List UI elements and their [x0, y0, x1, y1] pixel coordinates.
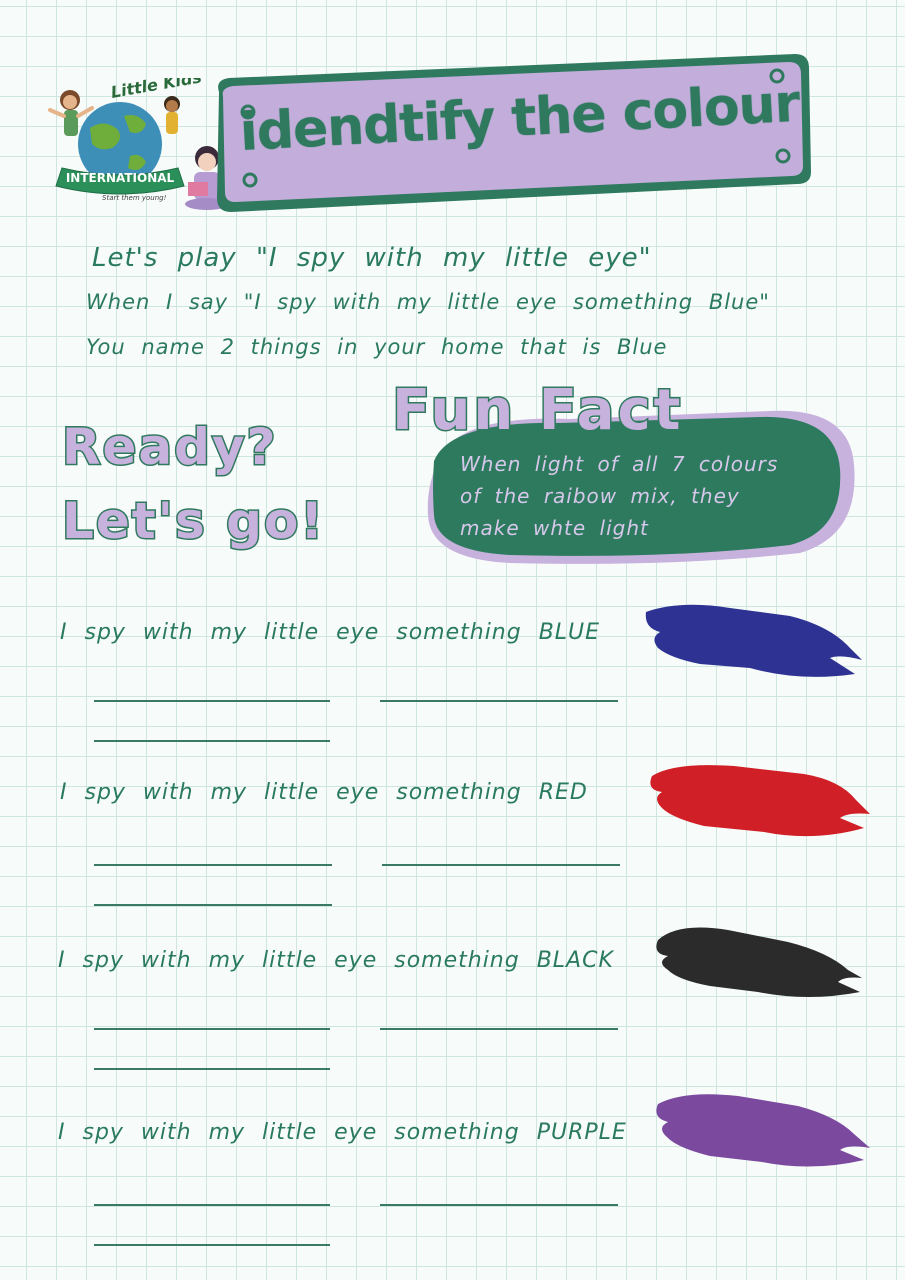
instruction-line: Let's play "I spy with my little eye"	[92, 243, 652, 273]
prompt-blue: I spy with my little eye something BLUE	[60, 620, 601, 645]
logo-brand-text: Little Kids	[109, 78, 203, 102]
swatch-stroke	[656, 1094, 870, 1167]
instruction-line: When I say "I spy with my little eye som…	[86, 290, 770, 314]
prompt-red: I spy with my little eye something RED	[60, 780, 588, 805]
answer-line[interactable]	[94, 904, 332, 906]
answer-line[interactable]	[382, 864, 620, 866]
answer-line[interactable]	[94, 1028, 330, 1030]
instruction-line: You name 2 things in your home that is B…	[86, 335, 668, 359]
answer-line[interactable]	[380, 1028, 618, 1030]
prompt-black: I spy with my little eye something BLACK	[58, 948, 614, 973]
logo-tagline: Start them young!	[102, 194, 167, 202]
purple-paint-swatch	[656, 1094, 870, 1167]
fun-fact-line: When light of all 7 colours	[460, 452, 779, 476]
lets-go-heading: Let's go!	[60, 491, 326, 552]
fun-fact-line: make whte light	[460, 516, 649, 540]
answer-line[interactable]	[94, 1244, 330, 1246]
blue-paint-swatch	[645, 604, 862, 677]
prompt-purple: I spy with my little eye something PURPL…	[58, 1120, 627, 1145]
answer-line[interactable]	[94, 700, 330, 702]
answer-line[interactable]	[94, 1204, 330, 1206]
fun-fact-title: Fun Fact	[390, 377, 684, 445]
fun-fact-line: of the raibow mix, they	[460, 484, 740, 508]
swatch-stroke	[650, 765, 870, 837]
answer-line[interactable]	[94, 864, 332, 866]
logo-ribbon-text: INTERNATIONAL	[66, 171, 175, 185]
little-kids-logo: INTERNATIONAL Little Kids Start them you…	[48, 78, 229, 210]
answer-line[interactable]	[380, 1204, 618, 1206]
black-paint-swatch	[656, 927, 862, 997]
swatch-stroke	[645, 604, 862, 677]
ready-heading: Ready?	[61, 417, 278, 478]
answer-line[interactable]	[380, 700, 618, 702]
fun-fact-text: When light of all 7 colours of the raibo…	[460, 448, 820, 544]
swatch-stroke	[656, 927, 862, 997]
answer-line[interactable]	[94, 1068, 330, 1070]
answer-line[interactable]	[94, 740, 330, 742]
red-paint-swatch	[650, 765, 870, 837]
